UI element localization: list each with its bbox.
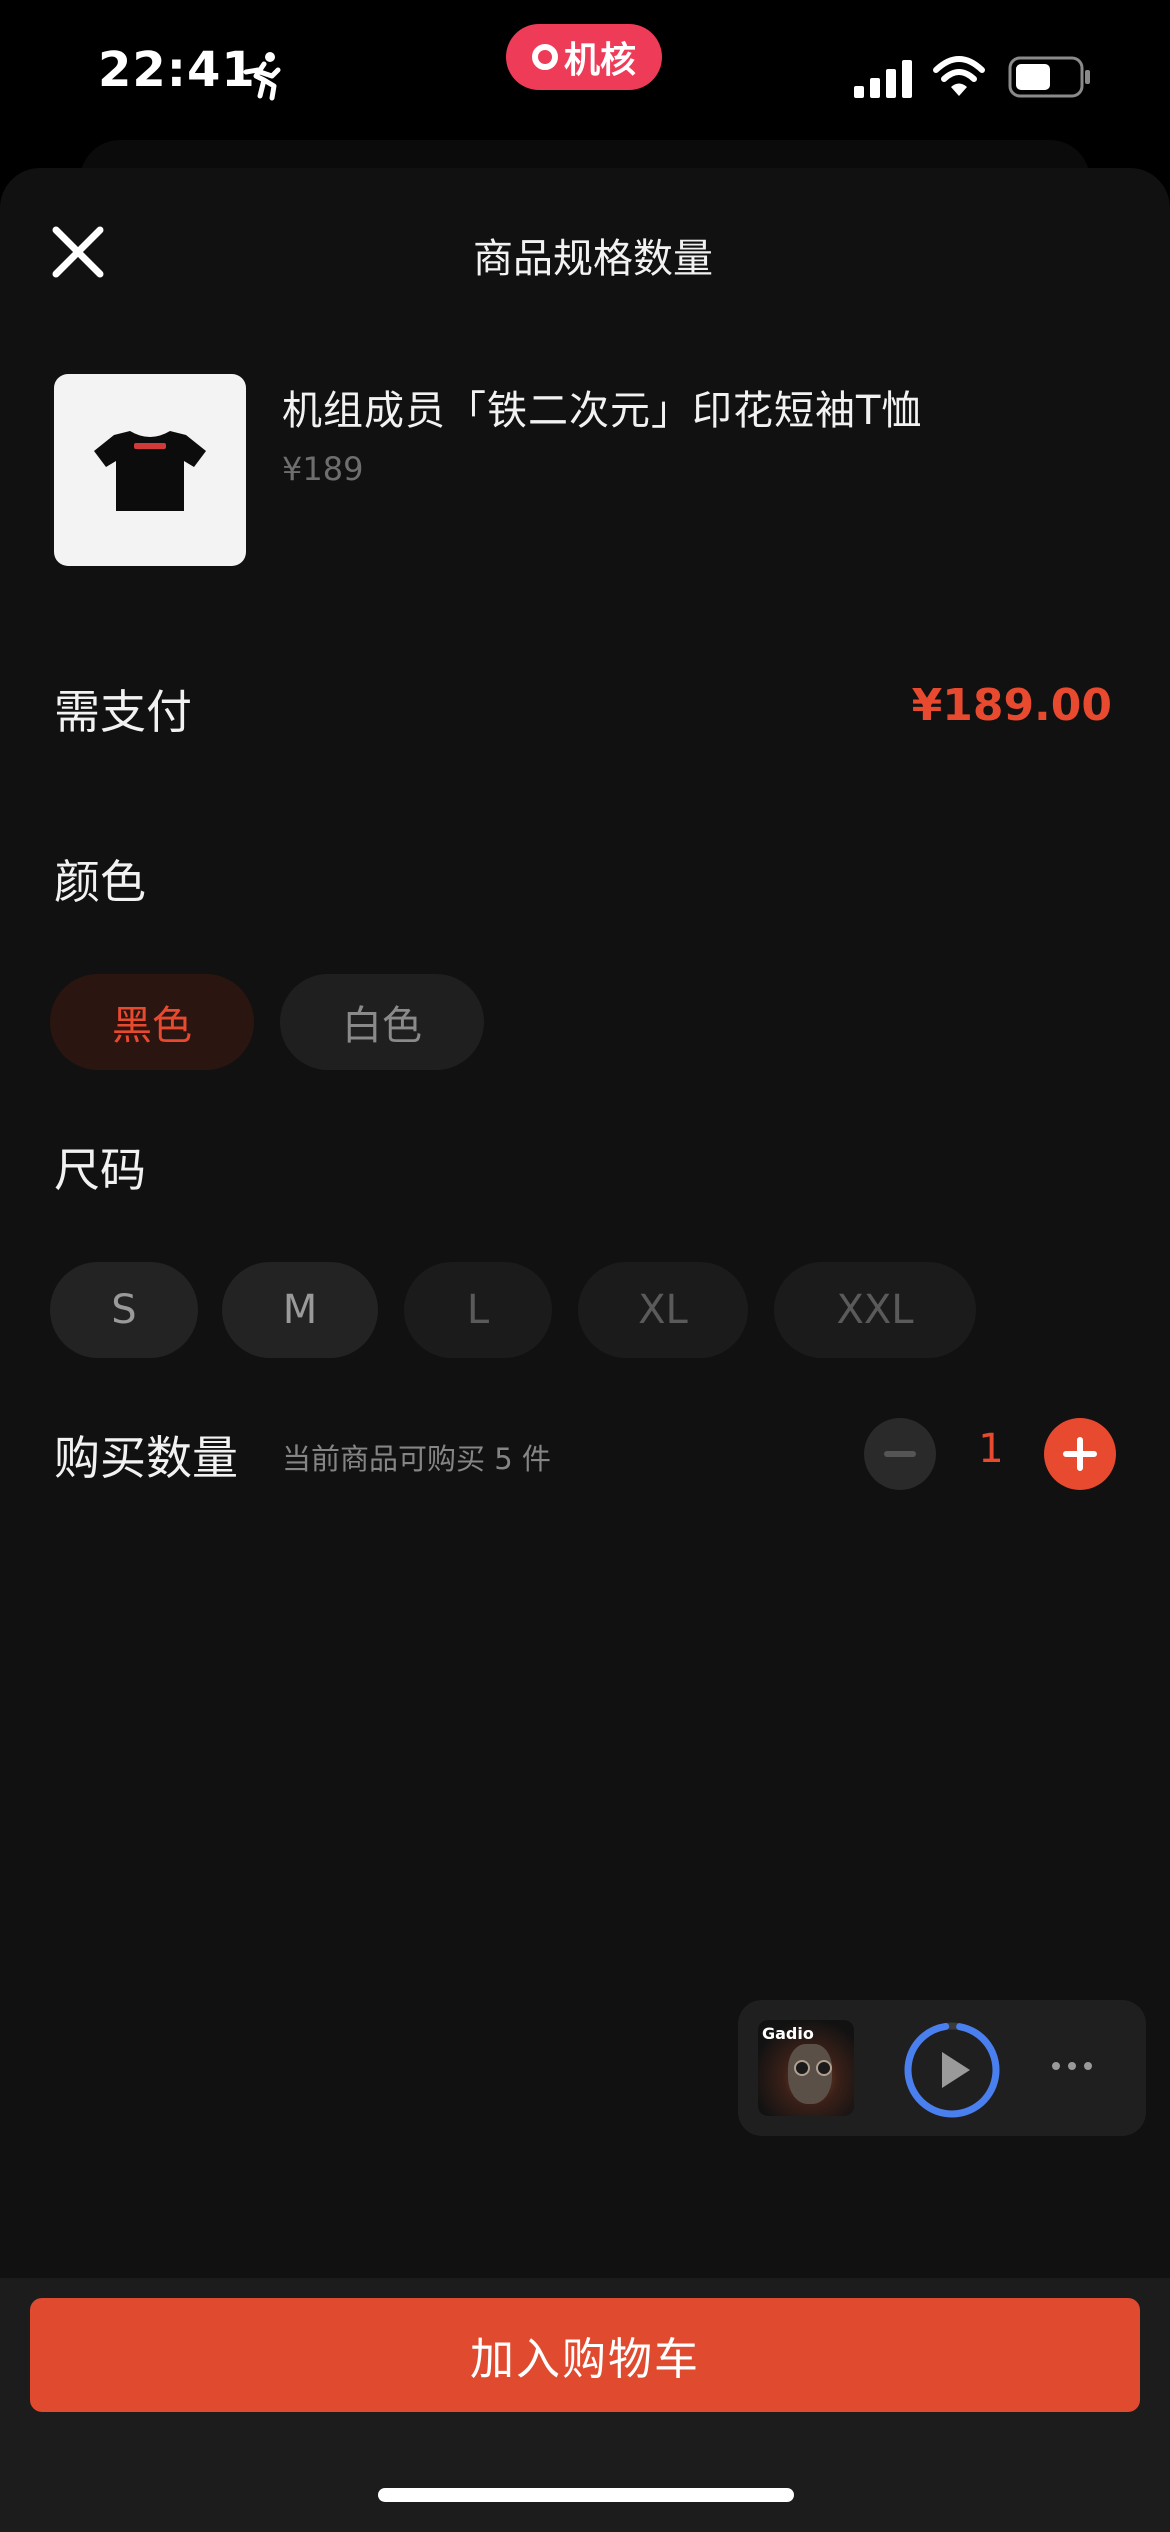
quantity-value: 1	[978, 1426, 1004, 1472]
cellular-signal-icon	[854, 60, 912, 98]
quantity-hint: 当前商品可购买 5 件	[282, 1442, 551, 1476]
cover-eye-right	[816, 2060, 832, 2076]
home-indicator	[378, 2488, 794, 2502]
cover-eye-left	[794, 2060, 810, 2076]
sheet-title: 商品规格数量	[473, 236, 713, 282]
product-name: 机组成员「铁二次元」印花短袖T恤	[282, 388, 923, 434]
size-option-xl[interactable]: XL	[578, 1262, 748, 1358]
minus-icon	[884, 1451, 916, 1457]
size-label: 尺码	[54, 1143, 146, 1197]
color-option-black[interactable]: 黑色	[50, 974, 254, 1070]
running-person-icon	[243, 52, 281, 101]
status-time: 22:41	[98, 42, 256, 98]
play-icon[interactable]	[900, 2018, 1004, 2122]
payment-label: 需支付	[54, 685, 192, 739]
size-option-s[interactable]: S	[50, 1262, 198, 1358]
plus-icon	[1063, 1437, 1097, 1471]
quantity-label: 购买数量	[54, 1431, 238, 1485]
app-badge-label: 机核	[563, 40, 636, 81]
color-option-white[interactable]: 白色	[280, 974, 484, 1070]
payment-amount: ¥189.00	[911, 680, 1112, 731]
size-option-m[interactable]: M	[222, 1262, 378, 1358]
podcast-cover[interactable]: Gadio	[758, 2020, 854, 2116]
product-thumbnail	[54, 374, 246, 566]
battery-icon	[1008, 56, 1090, 98]
quantity-decrease-button[interactable]	[864, 1418, 936, 1490]
app-badge[interactable]: 机核	[506, 24, 662, 90]
size-option-l[interactable]: L	[404, 1262, 552, 1358]
tshirt-thumbnail	[94, 431, 206, 511]
add-to-cart-button[interactable]: 加入购物车	[30, 2298, 1140, 2412]
color-label: 颜色	[54, 855, 146, 909]
size-option-xxl[interactable]: XXL	[774, 1262, 976, 1358]
quantity-increase-button[interactable]	[1044, 1418, 1116, 1490]
product-price: ¥189	[282, 450, 364, 488]
app-logo-icon	[531, 44, 558, 70]
more-icon[interactable]	[1048, 2054, 1096, 2078]
wifi-icon	[933, 56, 985, 96]
cover-title: Gadio	[762, 2024, 814, 2043]
